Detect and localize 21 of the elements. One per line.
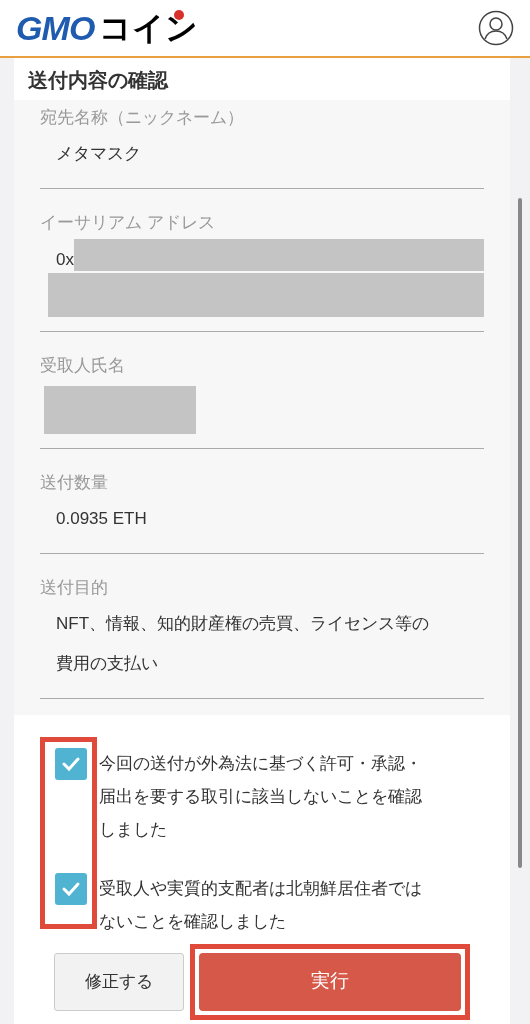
edit-button[interactable]: 修正する <box>54 952 184 1011</box>
field-value: 0x <box>55 249 74 271</box>
check-icon <box>61 880 81 897</box>
field-value: 0.0935 ETH <box>56 507 148 530</box>
checkbox[interactable] <box>55 747 87 780</box>
page-title: 送付内容の確認 <box>27 68 170 93</box>
field-label: 送付数量 <box>40 471 109 494</box>
confirmation-text: 今回の送付が外為法に基づく許可・承認・届出を要する取引に該当しないことを確認しました <box>99 752 423 841</box>
check-icon <box>61 755 81 772</box>
field-label: 受取人氏名 <box>40 354 126 377</box>
scrollbar[interactable] <box>518 198 522 868</box>
field-value: NFT、情報、知的財産権の売買、ライセンス等の費用の支払い <box>56 612 431 675</box>
field-label: 宛先名称（ニックネーム） <box>40 107 245 129</box>
field-value: メタマスク <box>56 143 142 165</box>
logo[interactable]: GMO コイン <box>16 2 198 54</box>
user-icon[interactable] <box>478 10 514 46</box>
field-label: イーサリアム アドレス <box>40 212 216 234</box>
field-label: 送付目的 <box>40 576 109 599</box>
checkbox[interactable] <box>55 872 87 905</box>
execute-button[interactable]: 実行 <box>199 952 461 1011</box>
confirmation-text: 受取人や実質的支配者は北朝鮮居住者ではないことを確認しました <box>99 877 423 933</box>
